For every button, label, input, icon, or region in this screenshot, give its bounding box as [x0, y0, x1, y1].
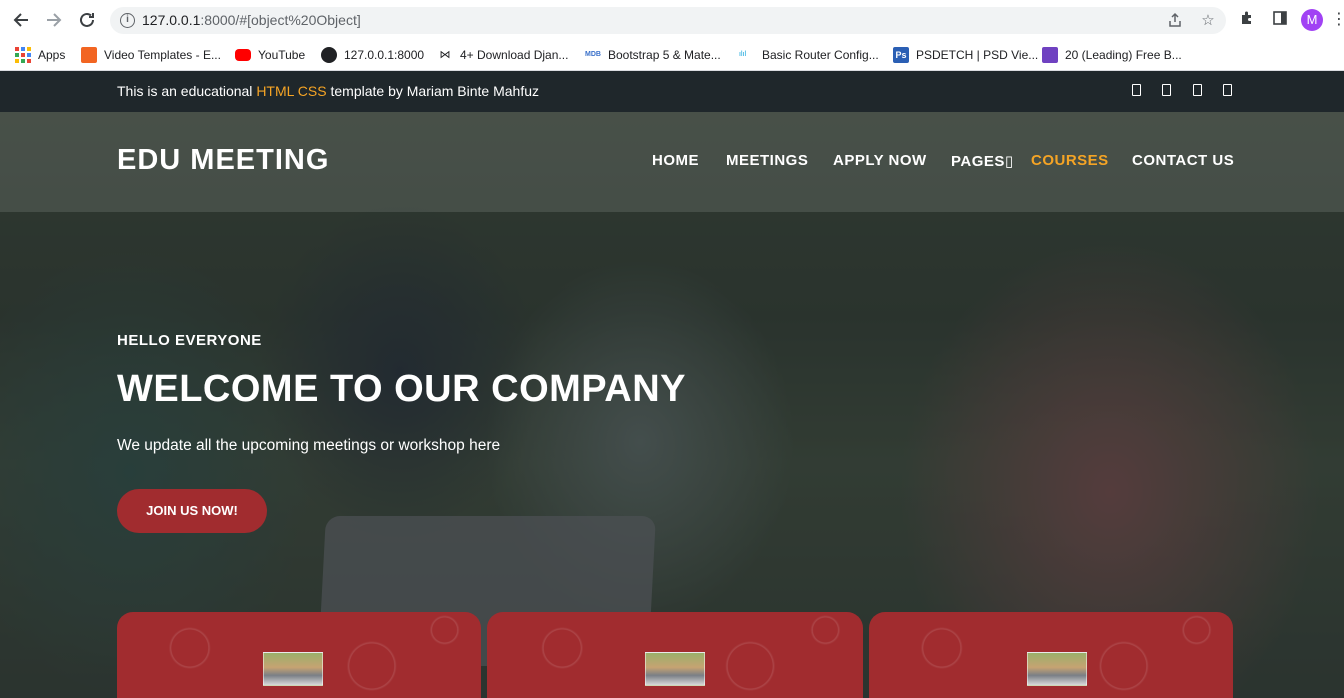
announcement-prefix: This is an educational — [117, 83, 257, 99]
bookmarks-bar: Apps Video Templates - E... YouTube 127.… — [0, 40, 1344, 70]
nav-contact-us[interactable]: CONTACT US — [1132, 152, 1234, 169]
service-card-2[interactable] — [487, 612, 863, 698]
card-image — [645, 652, 705, 686]
nav-home[interactable]: HOME — [652, 152, 699, 169]
hero-subtitle: We update all the upcoming meetings or w… — [117, 437, 501, 454]
cisco-icon: ılıl — [739, 51, 746, 58]
site-logo[interactable]: EDU MEETING — [117, 144, 329, 177]
url-text[interactable]: 127.0.0.1:8000/#[object%20Object] — [142, 12, 361, 28]
bookmark-video-templates[interactable]: Video Templates - E... — [81, 44, 221, 66]
join-us-button[interactable]: JOIN US NOW! — [117, 489, 267, 533]
mdb-icon: MDB — [585, 51, 601, 58]
card-image — [1027, 652, 1087, 686]
bookmark-label: YouTube — [258, 48, 306, 62]
bookmark-colorlib[interactable]: 20 (Leading) Free B... — [1042, 44, 1182, 66]
bookmark-label: Apps — [38, 48, 66, 62]
bookmark-label: PSDETCH | PSD Vie... — [916, 48, 1039, 62]
extensions-puzzle-icon[interactable] — [1237, 10, 1257, 30]
nav-apply-now[interactable]: APPLY NOW — [833, 152, 927, 169]
apps-grid-icon — [15, 47, 31, 63]
back-arrow-icon[interactable] — [9, 8, 33, 32]
browser-toolbar: i 127.0.0.1:8000/#[object%20Object] ☆ M … — [0, 0, 1344, 40]
announcement-text: This is an educational HTML CSS template… — [117, 83, 539, 99]
youtube-icon — [235, 49, 251, 61]
f-logo-icon — [81, 47, 97, 63]
browser-menu-icon[interactable]: ⋮ — [1331, 10, 1344, 30]
bookmark-cisco[interactable]: ılıl Basic Router Config... — [739, 44, 879, 66]
nav-meetings[interactable]: MEETINGS — [726, 152, 808, 169]
globe-icon — [321, 47, 337, 63]
browser-chrome: i 127.0.0.1:8000/#[object%20Object] ☆ M … — [0, 0, 1344, 71]
url-host: 127.0.0.1 — [142, 12, 201, 28]
bookmark-django[interactable]: ⋈ 4+ Download Djan... — [437, 44, 569, 66]
bookmark-apps[interactable]: Apps — [15, 44, 65, 66]
card-image — [263, 652, 323, 686]
bookmark-youtube[interactable]: YouTube — [235, 44, 305, 66]
announcement-link[interactable]: HTML CSS — [256, 83, 326, 99]
site-header: EDU MEETING HOME MEETINGS APPLY NOW PAGE… — [0, 112, 1344, 212]
ps-icon: Ps — [893, 47, 909, 63]
bookmark-label: 127.0.0.1:8000 — [344, 48, 425, 62]
bookmark-label: Basic Router Config... — [762, 48, 879, 62]
bookmark-psdetch[interactable]: Ps PSDETCH | PSD Vie... — [893, 44, 1038, 66]
share-icon[interactable] — [1166, 12, 1184, 30]
reload-icon[interactable] — [75, 8, 99, 32]
bowtie-icon: ⋈ — [439, 49, 451, 61]
web-page: This is an educational HTML CSS template… — [0, 71, 1344, 698]
nav-pages[interactable]: PAGES▯ — [951, 152, 1014, 170]
nav-courses[interactable]: COURSES — [1031, 152, 1109, 169]
address-bar[interactable]: i 127.0.0.1:8000/#[object%20Object] ☆ — [110, 7, 1226, 34]
bookmark-label: Video Templates - E... — [104, 48, 221, 62]
hero-kicker: HELLO EVERYONE — [117, 332, 262, 349]
bookmark-label: Bootstrap 5 & Mate... — [608, 48, 721, 62]
side-panel-icon[interactable] — [1270, 10, 1290, 30]
bookmark-label: 4+ Download Djan... — [460, 48, 569, 62]
dribbble-icon[interactable] — [1223, 84, 1232, 96]
behance-icon[interactable] — [1193, 84, 1202, 96]
bookmark-star-icon[interactable]: ☆ — [1199, 12, 1217, 30]
twitter-icon[interactable] — [1162, 84, 1171, 96]
bookmark-localhost[interactable]: 127.0.0.1:8000 — [321, 44, 424, 66]
facebook-icon[interactable] — [1132, 84, 1141, 96]
bookmark-label: 20 (Leading) Free B... — [1065, 48, 1182, 62]
forward-arrow-icon[interactable] — [42, 8, 66, 32]
service-card-1[interactable] — [117, 612, 481, 698]
top-announcement-bar: This is an educational HTML CSS template… — [0, 71, 1344, 112]
hero-title: WELCOME TO OUR COMPANY — [117, 368, 687, 410]
site-info-icon[interactable]: i — [120, 13, 135, 28]
service-card-3[interactable] — [869, 612, 1233, 698]
url-path: :8000/#[object%20Object] — [200, 12, 361, 28]
profile-avatar[interactable]: M — [1301, 9, 1323, 31]
bookmark-bootstrap[interactable]: MDB Bootstrap 5 & Mate... — [585, 44, 721, 66]
announcement-suffix: template by Mariam Binte Mahfuz — [326, 83, 540, 99]
colorlib-icon — [1042, 47, 1058, 63]
